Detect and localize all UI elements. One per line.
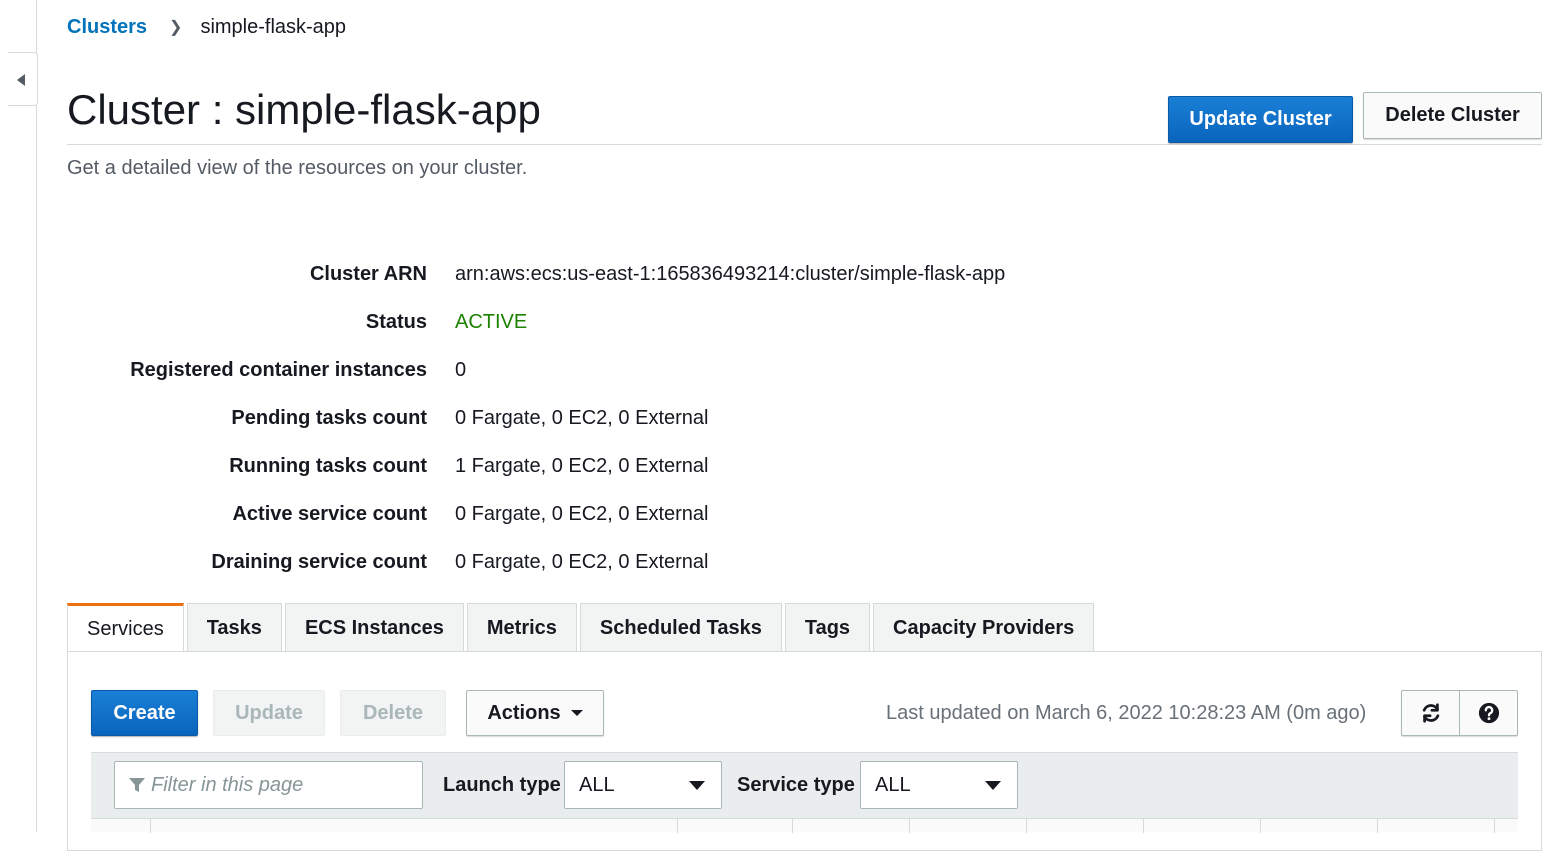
breadcrumb-clusters-link[interactable]: Clusters [67,16,147,39]
breadcrumb: Clusters ❯ simple-flask-app [67,14,346,40]
table-header-cell[interactable] [910,819,1027,833]
table-header-cell[interactable] [793,819,910,833]
table-header-cell[interactable] [1378,819,1495,833]
detail-row-active-services: Active service count 0 Fargate, 0 EC2, 0… [67,490,1167,538]
detail-row-arn: Cluster ARN arn:aws:ecs:us-east-1:165836… [67,250,1167,298]
toolbar-icon-group [1401,690,1518,736]
launch-type-select[interactable]: ALL [564,761,722,809]
last-updated-text: Last updated on March 6, 2022 10:28:23 A… [886,702,1367,724]
page-subtitle: Get a detailed view of the resources on … [67,157,528,179]
detail-label: Pending tasks count [231,406,427,429]
status-value: ACTIVE [455,310,528,333]
detail-row-running-tasks: Running tasks count 1 Fargate, 0 EC2, 0 … [67,442,1167,490]
table-header-cell[interactable] [1144,819,1261,833]
detail-value: 0 Fargate, 0 EC2, 0 External [455,550,709,573]
detail-value: 0 [455,358,467,381]
update-cluster-button[interactable]: Update Cluster [1168,96,1353,143]
filter-icon [129,778,145,792]
services-table-header [91,818,1518,833]
detail-label: Active service count [232,502,427,525]
detail-label: Registered container instances [130,358,427,381]
caret-down-icon [570,710,583,716]
actions-dropdown-button[interactable]: Actions [466,690,604,736]
filter-field[interactable] [114,761,423,809]
launch-type-value: ALL [579,773,615,796]
table-header-cell[interactable] [1027,819,1144,833]
detail-value: arn:aws:ecs:us-east-1:165836493214:clust… [455,262,1006,285]
table-header-cell [91,819,151,833]
side-rail [0,0,37,832]
delete-cluster-button[interactable]: Delete Cluster [1363,92,1542,139]
cluster-details: Cluster ARN arn:aws:ecs:us-east-1:165836… [67,250,1167,586]
tab-ecs-instances[interactable]: ECS Instances [284,603,464,652]
refresh-button[interactable] [1402,691,1459,735]
detail-row-pending-tasks: Pending tasks count 0 Fargate, 0 EC2, 0 … [67,394,1167,442]
refresh-icon [1422,703,1439,723]
tab-bar: Services Tasks ECS Instances Metrics Sch… [67,603,1097,652]
detail-row-registered-instances: Registered container instances 0 [67,346,1167,394]
detail-row-draining-services: Draining service count 0 Fargate, 0 EC2,… [67,538,1167,586]
tab-tags[interactable]: Tags [784,603,871,652]
detail-label: Status [365,310,427,333]
caret-down-icon [985,780,1001,790]
table-header-cell[interactable] [678,819,793,833]
sidebar-toggle-button[interactable] [8,52,38,106]
breadcrumb-current: simple-flask-app [200,15,347,38]
detail-value: 0 Fargate, 0 EC2, 0 External [455,406,709,429]
actions-label: Actions [487,701,561,724]
page-title: Cluster : simple-flask-app [67,86,541,133]
title-divider [67,144,1542,145]
caret-left-icon [17,74,25,86]
launch-type-label: Launch type [443,774,561,796]
detail-row-status: Status ACTIVE [67,298,1167,346]
filter-input[interactable] [151,773,421,797]
tab-scheduled-tasks[interactable]: Scheduled Tasks [579,603,782,652]
table-header-cell[interactable] [1261,819,1378,833]
detail-value: 1 Fargate, 0 EC2, 0 External [455,454,709,477]
table-header-cell[interactable] [151,819,678,833]
tab-capacity-providers[interactable]: Capacity Providers [873,603,1095,652]
service-type-label: Service type [737,774,855,796]
caret-down-icon [689,780,705,790]
tab-metrics[interactable]: Metrics [466,603,577,652]
tab-tasks[interactable]: Tasks [186,603,282,652]
chevron-right-icon: ❯ [169,19,183,36]
tab-services[interactable]: Services [67,603,184,652]
detail-label: Cluster ARN [309,262,427,285]
service-type-value: ALL [875,773,911,796]
service-type-select[interactable]: ALL [860,761,1018,809]
help-icon [1478,702,1499,724]
help-button[interactable] [1459,691,1517,735]
detail-label: Running tasks count [229,454,427,477]
detail-label: Draining service count [211,550,427,573]
update-service-button[interactable]: Update [213,690,325,736]
create-service-button[interactable]: Create [91,690,198,736]
delete-service-button[interactable]: Delete [340,690,446,736]
detail-value: 0 Fargate, 0 EC2, 0 External [455,502,709,525]
